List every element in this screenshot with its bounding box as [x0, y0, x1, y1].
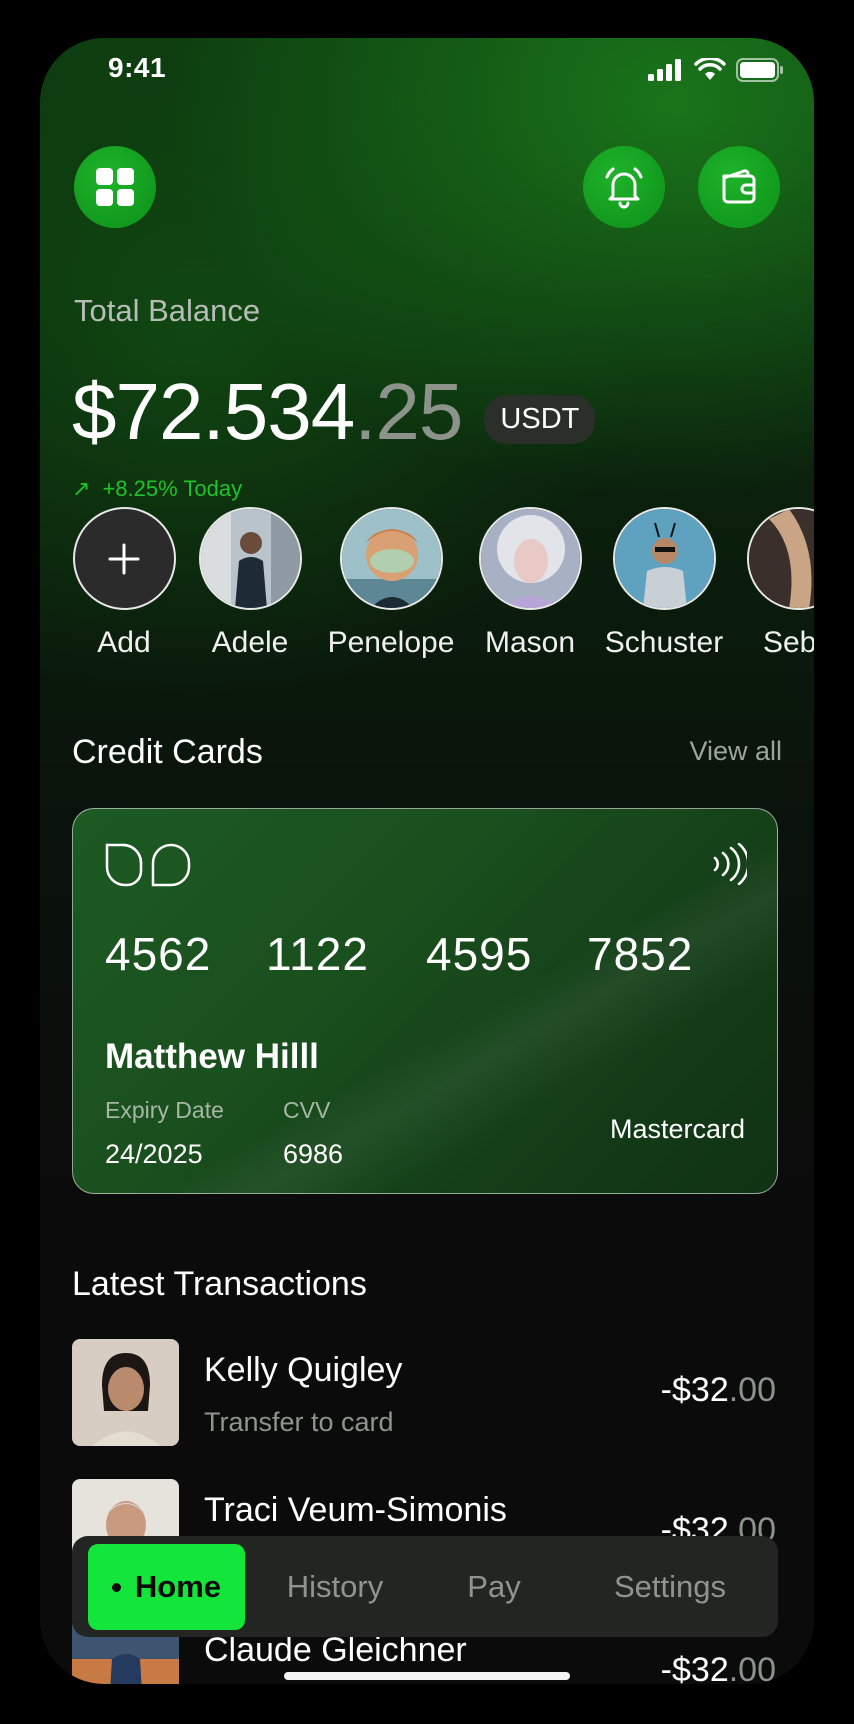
- status-time: 9:41: [108, 52, 167, 83]
- tab-label: Pay: [467, 1569, 521, 1604]
- amount-decimal: .00: [728, 1371, 776, 1409]
- balance-label: Total Balance: [74, 293, 261, 328]
- status-bar: 9:41: [40, 38, 814, 108]
- avatar-photo: [748, 509, 814, 608]
- card-brand: Mastercard: [609, 1114, 745, 1144]
- contact-add[interactable]: Add: [54, 507, 194, 660]
- card-number-group: 1122: [266, 928, 369, 980]
- cvv-value: 6986: [283, 1139, 344, 1169]
- balance-cents: .25: [354, 367, 463, 456]
- currency-badge[interactable]: USDT: [484, 394, 596, 444]
- contact-name: Seba: [762, 626, 814, 659]
- transaction-name: Kelly Quigley: [204, 1351, 403, 1389]
- avatar-photo: [341, 509, 441, 608]
- amount-main: -$32: [660, 1651, 729, 1684]
- transaction-name: Traci Veum-Simonis: [204, 1491, 507, 1529]
- avatar: [612, 507, 716, 610]
- tab-home[interactable]: Home: [88, 1544, 245, 1630]
- tab-pay[interactable]: Pay: [434, 1544, 554, 1630]
- transactions-title: Latest Transactions: [72, 1265, 367, 1303]
- balance-change-text: +8.25% Today: [102, 476, 243, 501]
- transaction-amount: -$32.00: [661, 1651, 776, 1684]
- notifications-button[interactable]: [583, 146, 665, 228]
- avatar-photo: [480, 509, 580, 608]
- credit-card[interactable]: 4562 1122 4595 7852 Matthew Hilll Expiry…: [72, 808, 778, 1194]
- bottom-tab-bar: Home History Pay Settings: [72, 1536, 778, 1637]
- cvv-label: CVV: [283, 1097, 331, 1123]
- card-number-group: 4562: [105, 928, 212, 980]
- contactless-icon: [713, 843, 747, 885]
- expiry-label: Expiry Date: [105, 1097, 224, 1123]
- avatar: [198, 507, 302, 610]
- menu-button[interactable]: [74, 146, 156, 228]
- tab-settings[interactable]: Settings: [580, 1544, 760, 1630]
- tab-label: Settings: [613, 1569, 726, 1604]
- tab-label: History: [286, 1569, 384, 1604]
- card-logo-icon: [105, 843, 191, 887]
- credit-cards-title: Credit Cards: [72, 733, 263, 771]
- contact-name: Add: [97, 626, 151, 659]
- bell-icon: [605, 167, 643, 209]
- wifi-icon: [694, 58, 726, 80]
- card-holder-name: Matthew Hilll: [105, 1037, 319, 1076]
- balance-change: ↗ +8.25% Today: [72, 476, 242, 502]
- card-number-group: 4595: [426, 928, 533, 980]
- contact-seba[interactable]: Seba: [728, 507, 814, 660]
- contacts-row: Add Adele Penelope Mason Schuster Seb: [72, 507, 814, 677]
- avatar: [478, 507, 582, 610]
- contact-name: Adele: [211, 626, 289, 659]
- balance-main: $72.534: [72, 367, 355, 456]
- wallet-icon: [722, 169, 756, 204]
- contact-name: Schuster: [604, 626, 724, 659]
- plus-icon: [108, 543, 140, 574]
- trend-up-icon: ↗: [72, 476, 91, 501]
- transaction-avatar: [72, 1339, 179, 1446]
- transaction-amount: -$32.00: [661, 1371, 776, 1410]
- expiry-value: 24/2025: [105, 1139, 203, 1169]
- avatar-photo: [200, 509, 300, 608]
- avatar-photo: [614, 509, 714, 608]
- grid-icon: [96, 168, 134, 206]
- contact-adele[interactable]: Adele: [180, 507, 320, 660]
- home-indicator[interactable]: [284, 1672, 570, 1680]
- wallet-button[interactable]: [698, 146, 780, 228]
- status-icons: [648, 58, 784, 82]
- add-contact-button[interactable]: [72, 507, 176, 610]
- balance-amount: $72.534.25 USDT: [72, 366, 596, 458]
- contact-schuster[interactable]: Schuster: [594, 507, 734, 660]
- tab-history[interactable]: History: [260, 1544, 410, 1630]
- avatar: [339, 507, 443, 610]
- contact-mason[interactable]: Mason: [460, 507, 600, 660]
- contact-name: Mason: [484, 626, 576, 659]
- battery-icon: [736, 58, 783, 82]
- view-all-link[interactable]: View all: [689, 736, 782, 767]
- transaction-subtitle: Transfer to card: [204, 1407, 394, 1437]
- contact-name: Penelope: [327, 626, 455, 659]
- avatar: [746, 507, 814, 610]
- active-dot-icon: [111, 1582, 121, 1592]
- amount-main: -$32: [660, 1371, 729, 1409]
- cellular-signal-icon: [648, 59, 681, 81]
- avatar-photo: [72, 1339, 179, 1446]
- phone-screen: 9:41 Total Balance $72.534 .25 USDT ↗ +8…: [40, 38, 814, 1684]
- card-number-group: 7852: [587, 928, 694, 980]
- tab-label: Home: [134, 1569, 222, 1604]
- amount-decimal: .00: [728, 1651, 776, 1684]
- transaction-row[interactable]: Kelly Quigley Transfer to card -$32.00: [72, 1339, 778, 1449]
- contact-penelope[interactable]: Penelope: [321, 507, 461, 660]
